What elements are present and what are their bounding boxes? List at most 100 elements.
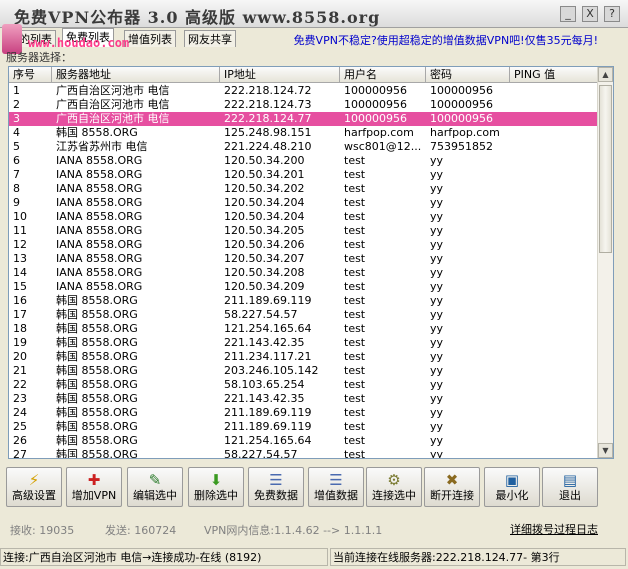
table-row[interactable]: 17 韩国 8558.ORG 58.227.54.57 test yy: [9, 308, 599, 322]
cell-server: 韩国 8558.ORG: [56, 126, 138, 139]
column-header-server[interactable]: 服务器地址: [52, 67, 220, 83]
cell-server: 韩国 8558.ORG: [56, 434, 138, 447]
cell-server: 韩国 8558.ORG: [56, 378, 138, 391]
watermark-text: www.houdao.com: [28, 36, 130, 50]
table-row[interactable]: 19 韩国 8558.ORG 221.143.42.35 test yy: [9, 336, 599, 350]
toolbar-button-1[interactable]: ⚡ 高级设置: [6, 467, 62, 507]
cell-password: yy: [430, 154, 444, 167]
table-row[interactable]: 6 IANA 8558.ORG 120.50.34.200 test yy: [9, 154, 599, 168]
toolbar-button-label: 增加VPN: [71, 489, 117, 502]
table-row[interactable]: 11 IANA 8558.ORG 120.50.34.205 test yy: [9, 224, 599, 238]
column-header-ip[interactable]: IP地址: [220, 67, 340, 83]
table-row[interactable]: 5 江苏省苏州市 电信 221.224.48.210 wsc801@12... 7539…: [9, 140, 599, 154]
toolbar-button-6[interactable]: ☰ 增值数据: [308, 467, 364, 507]
toolbar-button-label: 退出: [559, 489, 581, 502]
table-row[interactable]: 25 韩国 8558.ORG 211.189.69.119 test yy: [9, 420, 599, 434]
scroll-down-icon[interactable]: ▼: [598, 443, 613, 458]
table-row[interactable]: 15 IANA 8558.ORG 120.50.34.209 test yy: [9, 280, 599, 294]
close-window-button[interactable]: X: [582, 6, 598, 22]
toolbar-button-5[interactable]: ☰ 免费数据: [248, 467, 304, 507]
table-row[interactable]: 4 韩国 8558.ORG 125.248.98.151 harfpop.com har…: [9, 126, 599, 140]
table-row[interactable]: 10 IANA 8558.ORG 120.50.34.204 test yy: [9, 210, 599, 224]
column-header-index[interactable]: 序号: [9, 67, 52, 83]
table-row[interactable]: 23 韩国 8558.ORG 221.143.42.35 test yy: [9, 392, 599, 406]
table-row[interactable]: 8 IANA 8558.ORG 120.50.34.202 test yy: [9, 182, 599, 196]
table-row[interactable]: 3 广西自治区河池市 电信 222.218.124.77 100000956 10000…: [9, 112, 599, 126]
tab-shared[interactable]: 网友共享: [184, 30, 236, 47]
cell-password: yy: [430, 224, 444, 237]
help-button[interactable]: ?: [604, 6, 620, 22]
ad-banner-link[interactable]: 免费VPN不稳定?使用超稳定的增值数据VPN吧!仅售35元每月!: [294, 32, 598, 48]
toolbar-button-9[interactable]: ▣ 最小化: [484, 467, 540, 507]
toolbar-button-7[interactable]: ⚙ 连接选中: [366, 467, 422, 507]
cell-ip: 222.218.124.72: [224, 84, 312, 97]
cell-username: test: [344, 182, 366, 195]
table-row[interactable]: 18 韩国 8558.ORG 121.254.165.64 test yy: [9, 322, 599, 336]
table-row[interactable]: 1 广西自治区河池市 电信 222.218.124.72 100000956 10000…: [9, 84, 599, 98]
table-row[interactable]: 16 韩国 8558.ORG 211.189.69.119 test yy: [9, 294, 599, 308]
cell-index: 22: [13, 378, 27, 391]
toolbar-button-4[interactable]: ⬇ 删除选中: [188, 467, 244, 507]
cell-username: harfpop.com: [344, 126, 414, 139]
cell-password: yy: [430, 238, 444, 251]
cell-username: test: [344, 434, 366, 447]
table-row[interactable]: 2 广西自治区河池市 电信 222.218.124.73 100000956 10000…: [9, 98, 599, 112]
toolbar-button-2[interactable]: ✚ 增加VPN: [66, 467, 122, 507]
cell-server: 韩国 8558.ORG: [56, 350, 138, 363]
cell-index: 12: [13, 238, 27, 251]
column-header-ping[interactable]: PING 值: [510, 67, 599, 83]
table-row[interactable]: 27 韩国 8558.ORG 58.227.54.57 test yy: [9, 448, 599, 459]
cell-password: 100000956: [430, 98, 493, 111]
cell-server: IANA 8558.ORG: [56, 280, 143, 293]
list-header: 序号 服务器地址 IP地址 用户名 密码 PING 值: [9, 67, 599, 83]
toolbar-button-10[interactable]: ▤ 退出: [542, 467, 598, 507]
cell-password: yy: [430, 434, 444, 447]
server-list[interactable]: 序号 服务器地址 IP地址 用户名 密码 PING 值 1 广西自治区河池市 电信…: [8, 66, 614, 459]
cell-ip: 120.50.34.202: [224, 182, 305, 195]
cell-index: 24: [13, 406, 27, 419]
minimize-window-button[interactable]: _: [560, 6, 576, 22]
cell-ip: 120.50.34.205: [224, 224, 305, 237]
column-header-username[interactable]: 用户名: [340, 67, 426, 83]
cell-password: 100000956: [430, 84, 493, 97]
toolbar-button-3[interactable]: ✎ 编辑选中: [127, 467, 183, 507]
vertical-scrollbar[interactable]: ▲ ▼: [597, 67, 613, 458]
table-row[interactable]: 12 IANA 8558.ORG 120.50.34.206 test yy: [9, 238, 599, 252]
table-row[interactable]: 26 韩国 8558.ORG 121.254.165.64 test yy: [9, 434, 599, 448]
cell-username: test: [344, 252, 366, 265]
cell-index: 14: [13, 266, 27, 279]
cell-index: 21: [13, 364, 27, 377]
cell-server: IANA 8558.ORG: [56, 168, 143, 181]
table-row[interactable]: 13 IANA 8558.ORG 120.50.34.207 test yy: [9, 252, 599, 266]
cell-password: yy: [430, 448, 444, 459]
dial-log-link[interactable]: 详细拨号过程日志: [510, 521, 598, 537]
cell-username: test: [344, 392, 366, 405]
column-header-password[interactable]: 密码: [426, 67, 510, 83]
cell-password: yy: [430, 266, 444, 279]
cell-password: yy: [430, 392, 444, 405]
table-row[interactable]: 21 韩国 8558.ORG 203.246.105.142 test yy: [9, 364, 599, 378]
status-connection: 连接:广西自治区河池市 电信→连接成功-在线 (8192): [0, 548, 328, 566]
cell-index: 6: [13, 154, 20, 167]
table-row[interactable]: 22 韩国 8558.ORG 58.103.65.254 test yy: [9, 378, 599, 392]
cell-server: 韩国 8558.ORG: [56, 308, 138, 321]
cell-ip: 211.189.69.119: [224, 294, 312, 307]
cell-server: IANA 8558.ORG: [56, 224, 143, 237]
table-row[interactable]: 7 IANA 8558.ORG 120.50.34.201 test yy: [9, 168, 599, 182]
cell-username: test: [344, 238, 366, 251]
table-row[interactable]: 20 韩国 8558.ORG 211.234.117.21 test yy: [9, 350, 599, 364]
toolbar-button-8[interactable]: ✖ 断开连接: [424, 467, 480, 507]
cell-index: 18: [13, 322, 27, 335]
scroll-thumb[interactable]: [599, 85, 612, 253]
table-row[interactable]: 24 韩国 8558.ORG 211.189.69.119 test yy: [9, 406, 599, 420]
scroll-up-icon[interactable]: ▲: [598, 67, 613, 82]
cell-ip: 120.50.34.201: [224, 168, 305, 181]
cell-username: test: [344, 266, 366, 279]
cell-server: IANA 8558.ORG: [56, 196, 143, 209]
cell-server: 广西自治区河池市 电信: [56, 112, 170, 125]
table-row[interactable]: 14 IANA 8558.ORG 120.50.34.208 test yy: [9, 266, 599, 280]
cell-index: 5: [13, 140, 20, 153]
cell-password: yy: [430, 336, 444, 349]
cell-server: 韩国 8558.ORG: [56, 364, 138, 377]
table-row[interactable]: 9 IANA 8558.ORG 120.50.34.204 test yy: [9, 196, 599, 210]
